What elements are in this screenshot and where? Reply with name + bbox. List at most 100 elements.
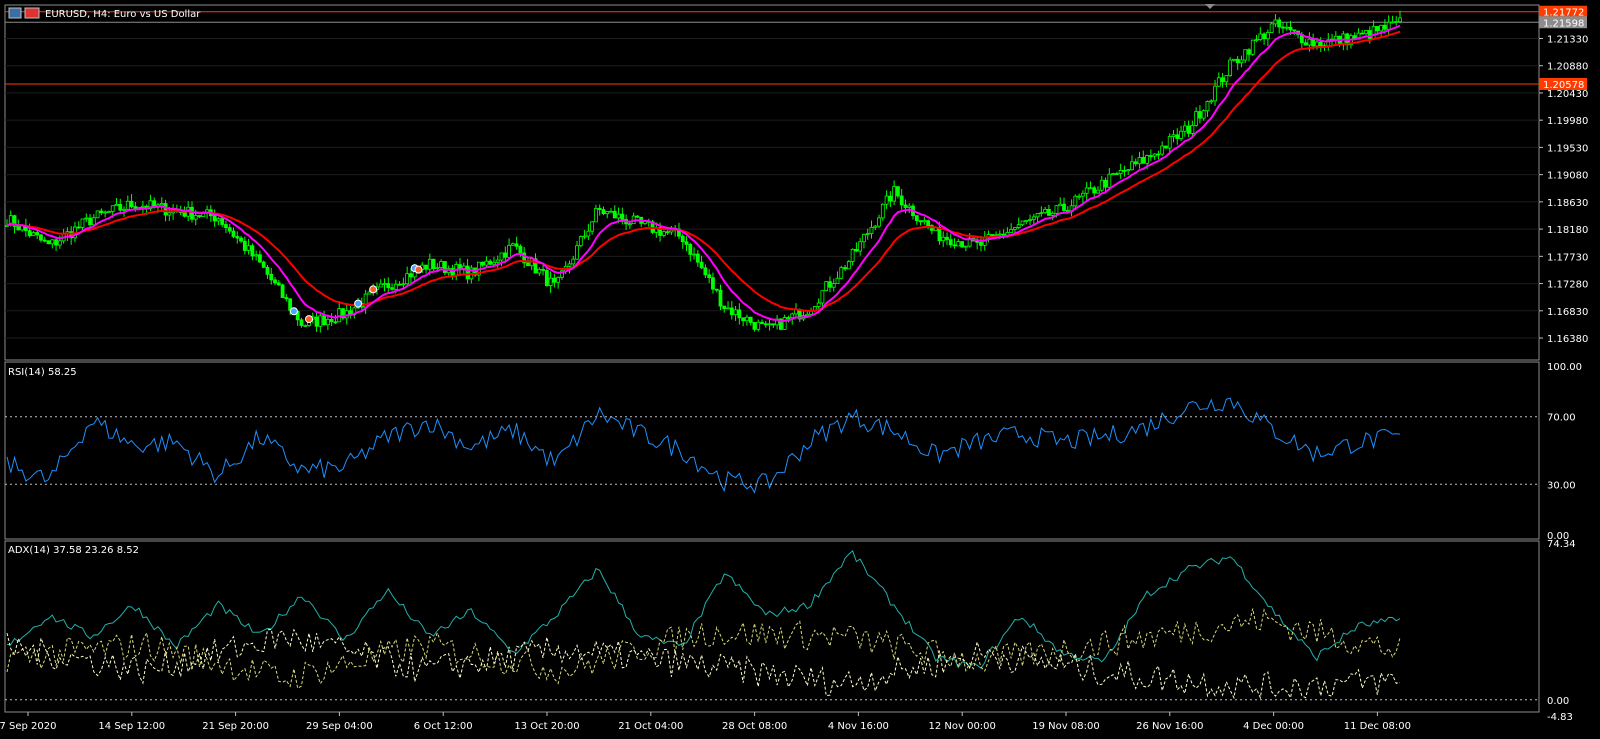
candle-body [1167,136,1172,149]
candle-body [197,215,202,217]
candle-body [865,233,870,235]
candle-body [601,209,606,215]
candle-body [431,258,436,270]
flag-icon [24,7,40,19]
candle-body [846,261,851,270]
candle-body [941,236,946,242]
candle-body [771,323,776,326]
candle-body [899,195,904,206]
rsi-panel[interactable] [4,361,1540,540]
candle-body [1062,203,1066,211]
candle-body [858,241,863,252]
candle-body [250,245,255,257]
candle-body [760,321,764,325]
candle-body [1243,49,1248,61]
candle-body [382,283,387,285]
candle-body [1288,26,1293,31]
candle-body [1311,38,1316,47]
price-tick-label: 1.20880 [1547,62,1588,73]
candle-body [1333,35,1338,40]
candle-body [510,243,515,246]
candle-body [1190,125,1195,134]
candle-body [850,249,855,262]
candle-body [42,239,47,242]
candle-body [1103,179,1108,188]
rsi-header: RSI(14) 58.25 [8,367,77,378]
candle-body [1273,19,1278,25]
candle-body [1284,26,1289,29]
candle-body [1390,21,1395,24]
price-tick-label: 1.17730 [1547,252,1588,263]
candle-body [99,210,104,214]
candle-body [269,273,274,281]
time-tick-label: 28 Oct 08:00 [722,721,787,732]
price-tick-label: 1.21330 [1547,34,1588,45]
candle-body [684,241,689,245]
candle-body [575,245,579,260]
candle-body [1043,208,1048,214]
candle-body [1231,58,1236,61]
candle-body [903,204,908,208]
candle-body [541,268,545,271]
candle-body [571,258,576,265]
candle-body [495,259,500,263]
candle-body [424,264,428,270]
candle-body [27,230,32,237]
candle-body [1175,134,1180,139]
time-tick-label: 11 Dec 08:00 [1344,721,1411,732]
candle-body [544,270,549,287]
candle-body [499,252,504,261]
candle-body [752,322,757,330]
candle-body [914,215,919,222]
symbol-title: EURUSD, H4: Euro vs US Dollar [45,9,201,20]
candle-body [1171,134,1176,137]
candle-body [258,254,262,263]
candle-body [729,307,734,316]
candle-body [1318,41,1323,47]
candle-body [95,210,100,219]
candle-body [620,213,625,220]
candle-body [84,217,89,220]
candle-body [390,287,394,290]
price-tick-label: 1.19080 [1547,171,1588,182]
candle-body [76,226,81,229]
candle-body [1182,125,1187,132]
adx-panel[interactable] [4,540,1540,713]
candle-body [831,283,836,288]
candle-body [1164,145,1168,149]
candle-body [284,297,289,300]
candle-body [242,240,247,251]
candle-body [748,316,753,323]
candle-body [1209,100,1214,103]
price-panel[interactable] [4,4,1540,361]
candle-body [107,211,111,213]
time-tick-label: 21 Oct 04:00 [618,721,683,732]
candle-body [378,283,383,288]
candle-body [246,245,251,251]
candle-body [50,239,55,245]
candle-body [220,218,225,225]
candle-body [1379,24,1384,32]
candle-body [1303,42,1308,46]
candle-body [318,315,323,327]
candle-body [1213,85,1217,102]
candle-body [503,252,508,258]
candle-body [627,223,632,226]
chart-window[interactable]: 1.217721.215981.20578 1.213301.208801.20… [0,0,1600,739]
candle-body [118,203,123,211]
candle-body [609,210,613,213]
candle-body [790,313,795,319]
candle-body [707,274,712,279]
candle-body [344,310,349,319]
candle-body [582,235,587,238]
candle-body [409,273,413,278]
candle-body [163,203,168,216]
candle-body [1152,153,1157,157]
chart-window-icon[interactable] [8,7,22,19]
candle-body [1031,216,1036,220]
candle-body [982,237,987,246]
candle-body [963,245,968,248]
candle-body [594,208,598,223]
candle-body [1247,49,1251,55]
candle-body [1084,187,1089,194]
